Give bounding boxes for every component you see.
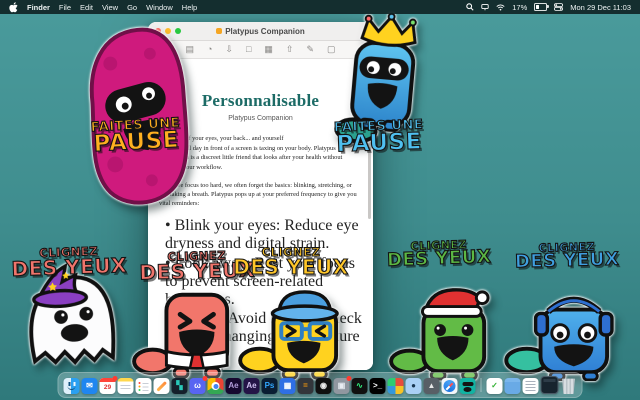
scrollbar-thumb[interactable] [368, 147, 371, 219]
dock: ✉ 29 ▚ [58, 372, 583, 398]
media-icon[interactable]: ▦ [264, 45, 273, 54]
green-santa-platypus-sticker[interactable] [389, 285, 499, 386]
pages-icon[interactable]: □ [246, 45, 251, 54]
notification-badge [203, 376, 208, 381]
menubar-item[interactable]: Finder [27, 3, 50, 12]
terminal[interactable]: >_ [370, 378, 386, 394]
menubar-item[interactable]: File [59, 3, 71, 12]
blue-headphones-sticker-label: CLIGNEZ DES YEUX [506, 241, 629, 271]
menubar-item[interactable]: View [102, 3, 118, 12]
blue-sphere-app[interactable]: ● [406, 378, 422, 394]
wifi-icon[interactable] [496, 4, 505, 11]
audio-waveform-app[interactable]: ∿ [352, 378, 368, 394]
mail[interactable]: ✉ [82, 378, 98, 394]
export-icon[interactable]: ⇩ [225, 45, 233, 54]
notification-badge [347, 376, 352, 381]
recent-document[interactable] [523, 378, 539, 394]
ghost-sticker-label: CLIGNEZ DES YEUX [10, 245, 129, 278]
trash[interactable] [561, 378, 577, 394]
menubar-item[interactable]: Help [182, 3, 197, 12]
menu-extra-icon[interactable] [481, 3, 489, 11]
finder[interactable] [64, 378, 80, 394]
blue-crown-sticker-label: FAITES UNE PAUSE [319, 119, 438, 156]
chrome[interactable] [208, 378, 224, 394]
control-center-icon[interactable] [554, 3, 563, 11]
calendar[interactable]: 29 [100, 378, 116, 394]
yellow-sticker-label: CLIGNEZ DES YEUX [224, 247, 358, 276]
document-icon [216, 28, 222, 34]
photoshop[interactable]: Ps [262, 378, 278, 394]
color-grid-app[interactable] [388, 378, 404, 394]
menubar-item[interactable]: Edit [80, 3, 93, 12]
menubar-status: 17% Mon 29 Dec 11:03 [466, 3, 631, 12]
reminders[interactable] [136, 378, 152, 394]
search-icon[interactable] [466, 3, 474, 11]
safari[interactable] [442, 378, 458, 394]
green-sticker-label: CLIGNEZ DES YEUX [383, 239, 496, 270]
downloads-folder[interactable] [505, 378, 521, 394]
history-icon[interactable]: ◔ [207, 45, 212, 54]
notification-badge [113, 376, 118, 381]
battery-percent: 17% [512, 3, 527, 12]
discord[interactable]: ω [190, 378, 206, 394]
separator [481, 378, 482, 392]
gray-utility-app[interactable]: ▣ [334, 378, 350, 394]
minimized-window[interactable] [541, 376, 559, 394]
after-effects-beta[interactable]: Ae [244, 378, 260, 394]
red-necktie-platypus-sticker[interactable] [132, 283, 242, 386]
menubar-clock[interactable]: Mon 29 Dec 11:03 [570, 3, 631, 12]
pink-sticker-label: FAITES UNE PAUSE [75, 117, 197, 156]
menubar-item[interactable]: Go [127, 3, 137, 12]
blue-grid-app[interactable]: ▦ [280, 378, 296, 394]
camera-app[interactable]: ◉ [316, 378, 332, 394]
desktop: Finder File Edit View Go Window Help 17% Mon 2… [0, 0, 640, 400]
share-icon[interactable]: ⇧ [286, 45, 294, 54]
calculator[interactable]: = [298, 378, 314, 394]
after-effects[interactable]: Ae [226, 378, 242, 394]
menubar-item[interactable]: Window [146, 3, 173, 12]
menu-bar: Finder File Edit View Go Window Help 17% Mon 2… [0, 0, 640, 14]
menubar-items: Finder File Edit View Go Window Help [27, 3, 197, 12]
markup-icon[interactable]: ✎ [306, 45, 314, 54]
pixel-game-app[interactable]: ▚ [172, 378, 188, 394]
green-utility-app[interactable]: ✓ [487, 378, 503, 394]
notes[interactable] [118, 378, 134, 394]
rocket-app[interactable]: ▲ [424, 378, 440, 394]
apple-menu-icon[interactable] [9, 2, 18, 13]
battery-icon[interactable] [534, 3, 547, 11]
pencil-app[interactable] [154, 378, 170, 394]
platypus-app[interactable] [460, 378, 476, 394]
